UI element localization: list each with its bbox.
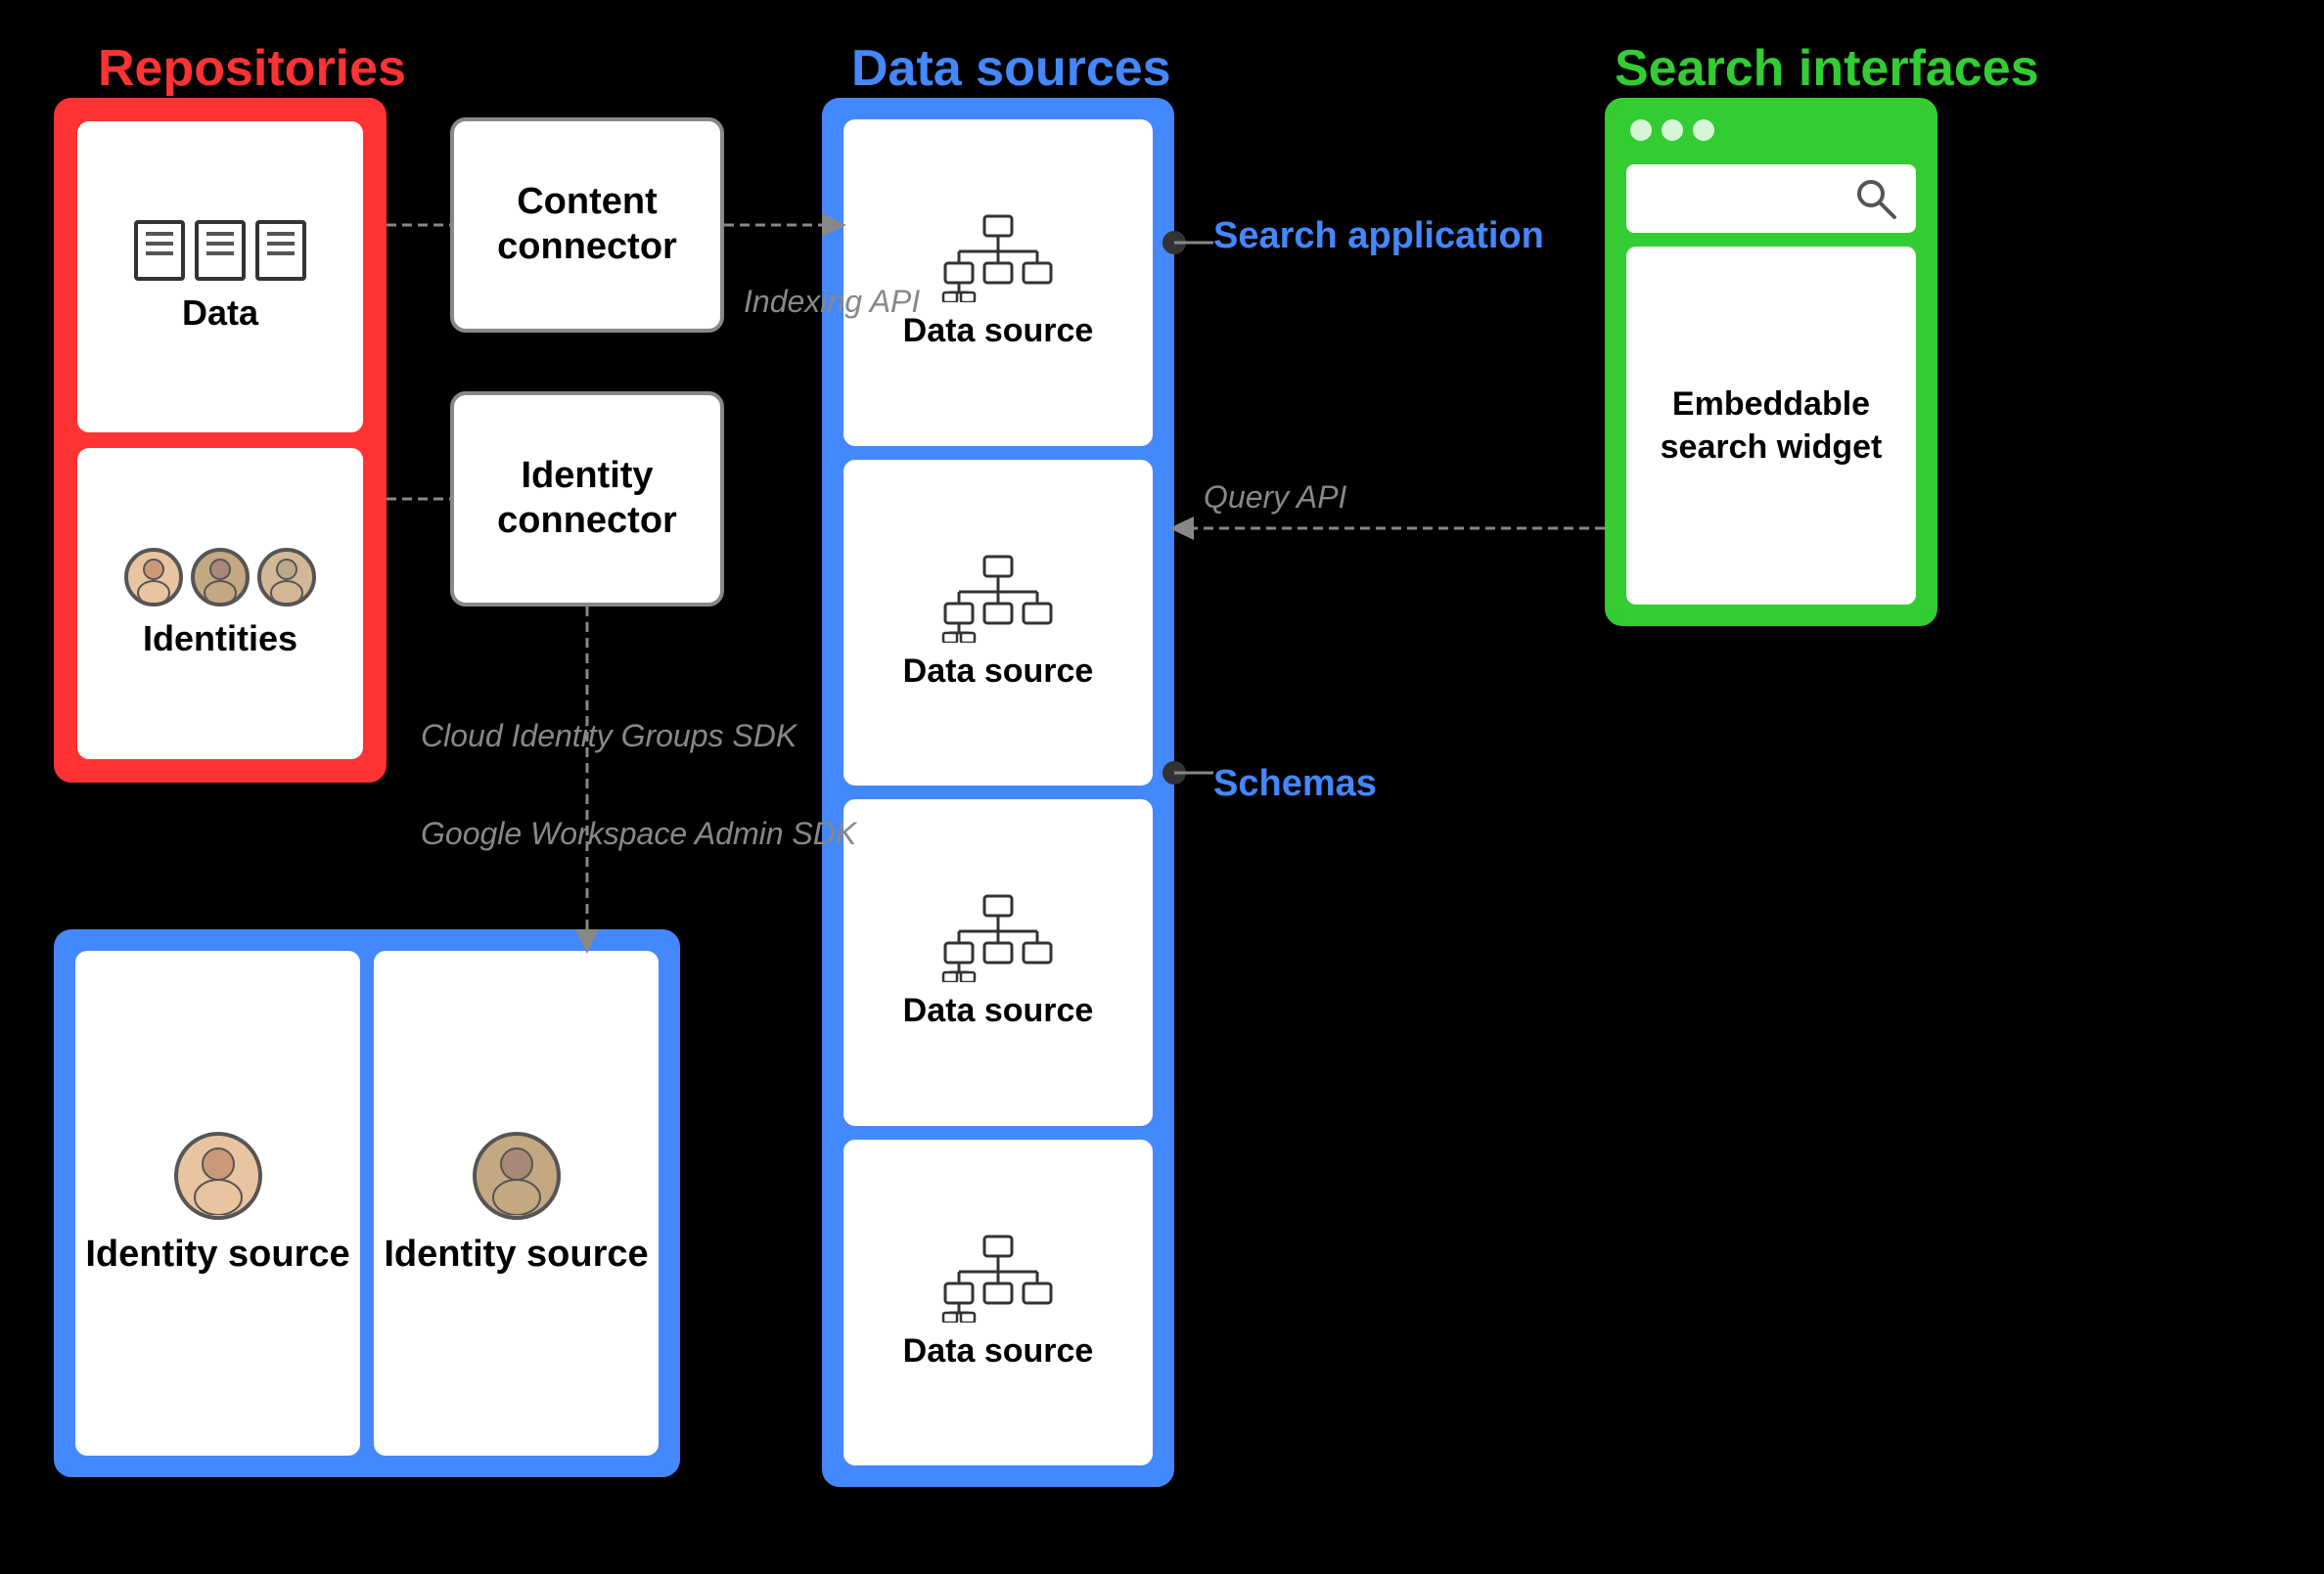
- diagram-container: Repositories Data sources Search interfa…: [0, 0, 2324, 1574]
- identity-source-1: Identity source: [75, 951, 360, 1456]
- tree-icon-2: [939, 555, 1057, 643]
- doc-icon-2: [195, 220, 246, 281]
- dot-2: [1662, 119, 1683, 141]
- person-icon-3: [257, 548, 316, 607]
- search-application-label: Search application: [1213, 215, 1544, 257]
- identities-label: Identities: [143, 618, 297, 659]
- identity-source-label-2: Identity source: [384, 1234, 648, 1276]
- embeddable-search-widget-box: Embeddable search widget: [1626, 247, 1916, 605]
- data-source-label-2: Data source: [903, 652, 1094, 691]
- data-source-1: Data source: [843, 119, 1153, 446]
- schemas-label: Schemas: [1213, 763, 1377, 805]
- tree-icon-3: [939, 894, 1057, 982]
- data-label: Data: [182, 292, 258, 334]
- data-box: Data: [77, 121, 363, 432]
- identity-icons: [124, 548, 316, 607]
- doc-icon-3: [255, 220, 306, 281]
- data-icons: [134, 220, 306, 281]
- data-source-3: Data source: [843, 799, 1153, 1126]
- tree-icon-4: [939, 1235, 1057, 1323]
- content-connector-box: Content connector: [450, 117, 724, 333]
- search-interfaces-label: Search interfaces: [1615, 39, 2039, 98]
- identity-source-label-1: Identity source: [85, 1234, 349, 1276]
- identity-source-icon-1: [174, 1132, 262, 1220]
- repositories-label: Repositories: [98, 39, 406, 98]
- search-top-bar: [1613, 106, 1930, 155]
- dot-3: [1693, 119, 1714, 141]
- embeddable-label: Embeddable search widget: [1626, 382, 1916, 469]
- repositories-box: Data: [54, 98, 387, 783]
- content-connector-label: Content connector: [454, 180, 720, 269]
- indexing-api-label: Indexing API: [744, 284, 920, 320]
- google-workspace-label: Google Workspace Admin SDK: [421, 812, 856, 856]
- identity-source-2: Identity source: [374, 951, 659, 1456]
- search-icon: [1851, 174, 1900, 223]
- tree-icon-1: [939, 214, 1057, 302]
- query-api-label: Query API: [1204, 479, 1346, 516]
- person-icon-2: [191, 548, 250, 607]
- identity-source-icon-2: [473, 1132, 561, 1220]
- data-source-label-4: Data source: [903, 1332, 1094, 1371]
- person-icon-1: [124, 548, 183, 607]
- search-input-box[interactable]: [1626, 164, 1916, 233]
- search-content: Embeddable search widget: [1613, 155, 1930, 618]
- dot-1: [1630, 119, 1652, 141]
- data-source-2: Data source: [843, 460, 1153, 787]
- identity-connector-box: Identity connector: [450, 391, 724, 607]
- doc-icon-1: [134, 220, 185, 281]
- search-interfaces-box: Embeddable search widget: [1605, 98, 1937, 626]
- data-sources-label: Data sources: [851, 39, 1171, 98]
- data-source-4: Data source: [843, 1140, 1153, 1466]
- identity-connector-label: Identity connector: [454, 454, 720, 543]
- data-source-label-3: Data source: [903, 992, 1094, 1030]
- data-source-label-1: Data source: [903, 312, 1094, 350]
- identities-box: Identities: [77, 448, 363, 759]
- cloud-identity-label: Cloud Identity Groups SDK: [421, 714, 797, 758]
- identity-sources-box: Identity source Identity source: [54, 929, 680, 1477]
